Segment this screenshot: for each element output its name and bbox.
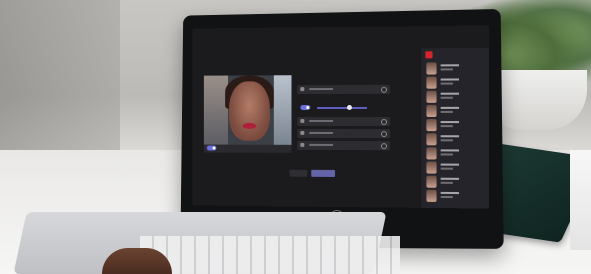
camera-preview xyxy=(204,75,292,145)
option-label-line xyxy=(309,120,333,122)
participant-status-line xyxy=(441,111,453,113)
participant-status-line xyxy=(441,125,453,127)
participant-row[interactable] xyxy=(426,62,483,75)
preview-toolbar xyxy=(204,145,292,153)
preview-person-face xyxy=(229,81,270,141)
participant-row[interactable] xyxy=(426,105,483,118)
preview-background-left xyxy=(204,76,228,145)
radio-icon xyxy=(381,131,387,137)
participant-avatar xyxy=(426,176,436,188)
mic-toggle[interactable] xyxy=(300,105,310,110)
camera-toggle[interactable] xyxy=(207,146,217,151)
keyboard xyxy=(140,236,400,274)
participant-name-line xyxy=(441,78,459,80)
preview-background-right xyxy=(274,75,292,145)
participant-status-line xyxy=(441,168,453,170)
audio-settings-panel xyxy=(297,85,390,176)
mic-controls xyxy=(297,97,390,113)
phone-icon xyxy=(300,119,304,123)
participant-status-line xyxy=(441,139,453,141)
participant-name-line xyxy=(441,121,459,123)
participant-avatar xyxy=(426,133,436,145)
participant-name-line xyxy=(441,149,459,151)
participant-avatar xyxy=(426,77,436,89)
participant-row[interactable] xyxy=(426,119,483,132)
participant-status-line xyxy=(441,153,453,155)
photo-scene: hp xyxy=(0,0,591,274)
participant-status-line xyxy=(441,196,453,198)
participant-status-line xyxy=(441,68,453,70)
sidebar-header xyxy=(425,51,486,60)
glass xyxy=(570,150,591,250)
mic-volume-slider[interactable] xyxy=(317,107,367,109)
participant-name-line xyxy=(441,192,459,194)
laptop-screen xyxy=(192,25,488,208)
participant-name-line xyxy=(441,178,459,180)
option-label-line xyxy=(309,132,333,134)
participant-row[interactable] xyxy=(426,147,483,160)
join-button[interactable] xyxy=(311,170,335,177)
participant-row[interactable] xyxy=(426,161,483,175)
computer-audio-option[interactable] xyxy=(297,85,390,94)
participant-name-line xyxy=(441,164,459,166)
participant-status-line xyxy=(441,83,453,85)
no-audio-option[interactable] xyxy=(297,141,390,150)
room-icon xyxy=(300,131,304,135)
participant-row[interactable] xyxy=(426,76,483,89)
participant-avatar xyxy=(426,105,436,117)
cancel-button[interactable] xyxy=(290,170,308,177)
participant-avatar xyxy=(426,62,436,74)
participant-list xyxy=(421,48,488,49)
option-label-line xyxy=(309,144,333,146)
participant-name-line xyxy=(441,107,459,109)
participant-name-line xyxy=(441,93,459,95)
mute-icon xyxy=(300,143,304,147)
radio-icon xyxy=(381,119,387,125)
radio-icon xyxy=(381,143,387,149)
participant-row[interactable] xyxy=(426,190,483,204)
participant-name-line xyxy=(441,64,459,66)
room-audio-option[interactable] xyxy=(297,129,390,138)
speaker-icon xyxy=(300,87,304,91)
participant-name-line xyxy=(441,135,459,137)
participants-sidebar xyxy=(421,48,488,209)
preview-person-lips xyxy=(243,123,257,129)
participant-avatar xyxy=(426,147,436,159)
brand-logo-icon xyxy=(425,51,432,58)
participant-row[interactable] xyxy=(426,133,483,146)
participant-status-line xyxy=(441,97,453,99)
phone-audio-option[interactable] xyxy=(297,117,390,126)
participant-avatar xyxy=(426,91,436,103)
participant-row[interactable] xyxy=(426,176,483,190)
participant-row[interactable] xyxy=(426,91,483,104)
participant-avatar xyxy=(426,119,436,131)
participant-avatar xyxy=(426,190,436,202)
option-label-line xyxy=(309,88,333,90)
participant-avatar xyxy=(426,161,436,173)
radio-icon xyxy=(381,87,387,93)
participant-status-line xyxy=(441,182,453,184)
